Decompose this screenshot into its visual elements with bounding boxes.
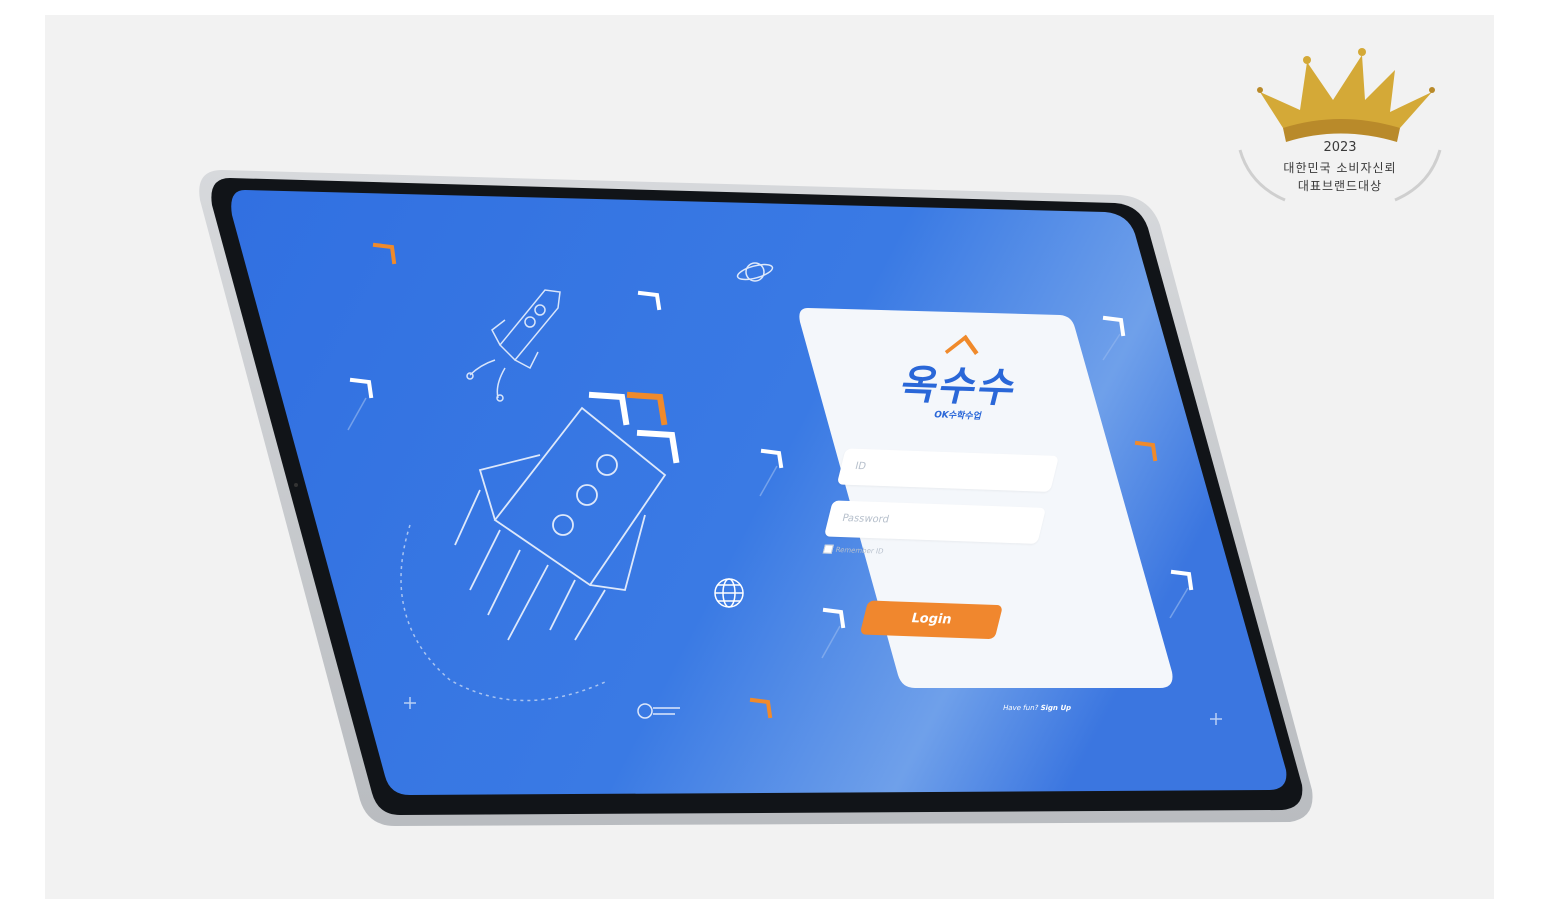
- signup-prompt: Have fun? Sign Up: [1002, 704, 1072, 712]
- award-title-line1: 대한민국 소비자신뢰: [1283, 161, 1397, 175]
- checkbox-box[interactable]: [822, 544, 834, 554]
- login-button[interactable]: Login: [859, 600, 1004, 640]
- brand-logo: 옥수수: [895, 361, 1023, 412]
- signup-link[interactable]: Sign Up: [1040, 704, 1072, 712]
- award-badge: 2023 대한민국 소비자신뢰 대표브랜드대상: [1235, 45, 1445, 215]
- camera-dot: [294, 483, 298, 487]
- password-input[interactable]: Password: [823, 500, 1047, 544]
- id-input[interactable]: ID: [836, 448, 1059, 492]
- signup-prompt-text: Have fun?: [1002, 704, 1040, 712]
- award-title-line2: 대표브랜드대상: [1297, 179, 1383, 193]
- brand-subtitle: OK수학수업: [932, 410, 983, 422]
- award-year: 2023: [1323, 140, 1357, 155]
- remember-id-label: Remember ID: [834, 545, 885, 556]
- remember-id-checkbox[interactable]: Remember ID: [822, 544, 885, 556]
